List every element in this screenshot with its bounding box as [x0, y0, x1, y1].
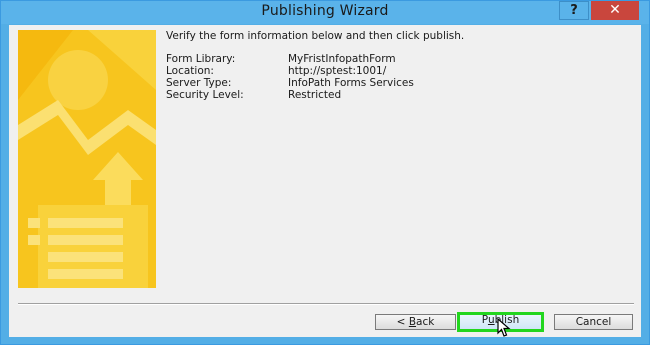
security-level-label: Security Level: — [166, 89, 244, 101]
close-button[interactable]: ✕ — [591, 1, 639, 20]
back-button-rest: ack — [416, 316, 435, 328]
infopath-banner-image — [18, 30, 156, 288]
window-title: Publishing Wizard — [261, 3, 389, 19]
title-bar[interactable]: Publishing Wizard ? ✕ — [1, 1, 649, 24]
location-label: Location: — [166, 65, 214, 77]
publish-button-mnemonic: u — [487, 314, 495, 326]
location-value: http://sptest:1001/ — [288, 65, 387, 77]
wizard-content: Verify the form information below and th… — [9, 25, 641, 337]
help-button[interactable]: ? — [559, 1, 589, 20]
security-level-value: Restricted — [288, 89, 342, 101]
server-type-value: InfoPath Forms Services — [288, 77, 414, 89]
back-button-mnemonic: B — [408, 316, 417, 328]
footer-divider — [18, 303, 634, 305]
back-button[interactable]: < Back — [375, 314, 456, 330]
intro-text: Verify the form information below and th… — [166, 30, 465, 42]
publishing-wizard-window: Publishing Wizard ? ✕ Verify the form in… — [0, 0, 650, 345]
form-library-label: Form Library: — [166, 53, 236, 65]
back-button-prefix: < — [396, 316, 409, 328]
server-type-label: Server Type: — [166, 77, 232, 89]
form-library-value: MyFristInfopathForm — [288, 53, 396, 65]
mouse-cursor-icon — [497, 318, 511, 337]
cancel-button[interactable]: Cancel — [554, 314, 633, 330]
